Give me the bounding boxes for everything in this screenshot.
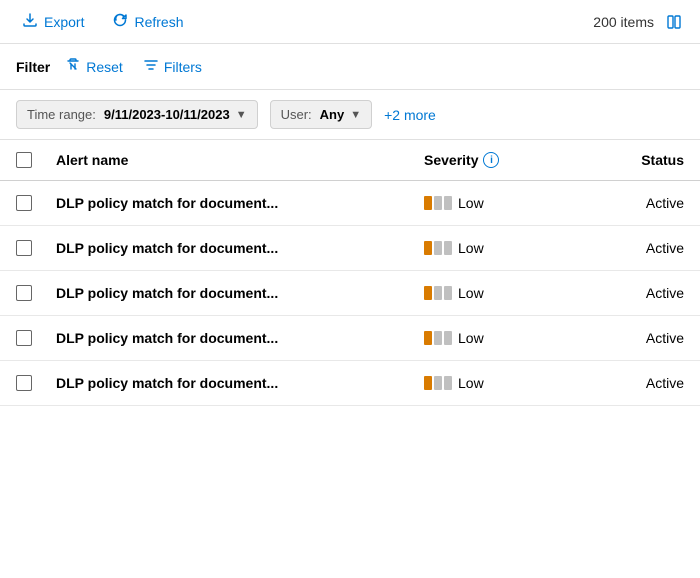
filters-button[interactable]: Filters bbox=[138, 54, 207, 79]
row-checkbox-col bbox=[16, 330, 56, 346]
severity-label: Low bbox=[458, 375, 484, 391]
severity-info-icon[interactable]: i bbox=[483, 152, 499, 168]
reset-label: Reset bbox=[86, 59, 123, 75]
severity-bar-2 bbox=[434, 196, 442, 210]
severity-label: Low bbox=[458, 195, 484, 211]
export-button[interactable]: Export bbox=[16, 8, 90, 35]
severity-bars bbox=[424, 286, 452, 300]
alert-name: DLP policy match for document... bbox=[56, 285, 424, 301]
item-count: 200 items bbox=[593, 14, 654, 30]
severity-bar-2 bbox=[434, 376, 442, 390]
severity-bar-1 bbox=[424, 196, 432, 210]
row-checkbox[interactable] bbox=[16, 375, 32, 391]
severity-bar-2 bbox=[434, 241, 442, 255]
columns-icon[interactable] bbox=[666, 13, 684, 31]
user-chevron-icon: ▼ bbox=[350, 109, 361, 121]
severity-bar-1 bbox=[424, 241, 432, 255]
export-icon bbox=[22, 12, 38, 31]
severity-cell: Low bbox=[424, 375, 584, 391]
table-row[interactable]: DLP policy match for document... Low Act… bbox=[0, 316, 700, 361]
severity-cell: Low bbox=[424, 330, 584, 346]
severity-bar-2 bbox=[434, 331, 442, 345]
refresh-label: Refresh bbox=[134, 14, 183, 30]
reset-button[interactable]: Reset bbox=[60, 54, 128, 79]
severity-bar-3 bbox=[444, 196, 452, 210]
user-dropdown[interactable]: User: Any ▼ bbox=[270, 100, 373, 129]
filter-bar: Filter Reset Filters bbox=[0, 44, 700, 90]
time-range-value: 9/11/2023-10/11/2023 bbox=[104, 107, 230, 122]
table-row[interactable]: DLP policy match for document... Low Act… bbox=[0, 271, 700, 316]
filter-selectors: Time range: 9/11/2023-10/11/2023 ▼ User:… bbox=[0, 90, 700, 140]
row-checkbox[interactable] bbox=[16, 240, 32, 256]
table-body: DLP policy match for document... Low Act… bbox=[0, 181, 700, 406]
row-checkbox-col bbox=[16, 285, 56, 301]
filters-label: Filters bbox=[164, 59, 202, 75]
user-value: Any bbox=[320, 107, 345, 122]
col-severity-header: Severity i bbox=[424, 152, 584, 168]
severity-cell: Low bbox=[424, 240, 584, 256]
severity-header-label: Severity bbox=[424, 152, 478, 168]
severity-bar-1 bbox=[424, 331, 432, 345]
refresh-icon bbox=[112, 12, 128, 31]
row-checkbox[interactable] bbox=[16, 330, 32, 346]
time-range-chevron-icon: ▼ bbox=[236, 109, 247, 121]
time-range-dropdown[interactable]: Time range: 9/11/2023-10/11/2023 ▼ bbox=[16, 100, 258, 129]
more-filters-button[interactable]: +2 more bbox=[384, 107, 436, 123]
table-header: Alert name Severity i Status bbox=[0, 140, 700, 181]
reset-icon bbox=[65, 57, 81, 76]
severity-cell: Low bbox=[424, 195, 584, 211]
severity-bar-3 bbox=[444, 376, 452, 390]
toolbar: Export Refresh 200 items bbox=[0, 0, 700, 44]
status-cell: Active bbox=[584, 330, 684, 346]
alert-name: DLP policy match for document... bbox=[56, 195, 424, 211]
filter-label: Filter bbox=[16, 59, 50, 75]
row-checkbox-col bbox=[16, 375, 56, 391]
alert-name: DLP policy match for document... bbox=[56, 330, 424, 346]
time-range-label: Time range: bbox=[27, 107, 96, 122]
severity-bars bbox=[424, 241, 452, 255]
table-row[interactable]: DLP policy match for document... Low Act… bbox=[0, 226, 700, 271]
user-label: User: bbox=[281, 107, 312, 122]
status-cell: Active bbox=[584, 285, 684, 301]
severity-bar-3 bbox=[444, 241, 452, 255]
severity-bar-3 bbox=[444, 286, 452, 300]
table-row[interactable]: DLP policy match for document... Low Act… bbox=[0, 361, 700, 406]
col-status-header: Status bbox=[584, 152, 684, 168]
severity-bars bbox=[424, 196, 452, 210]
severity-cell: Low bbox=[424, 285, 584, 301]
toolbar-left: Export Refresh bbox=[16, 8, 577, 35]
table-row[interactable]: DLP policy match for document... Low Act… bbox=[0, 181, 700, 226]
status-cell: Active bbox=[584, 195, 684, 211]
row-checkbox-col bbox=[16, 240, 56, 256]
filters-icon bbox=[143, 57, 159, 76]
row-checkbox[interactable] bbox=[16, 285, 32, 301]
col-alert-name-header: Alert name bbox=[56, 152, 424, 168]
severity-bar-2 bbox=[434, 286, 442, 300]
select-all-checkbox[interactable] bbox=[16, 152, 32, 168]
refresh-button[interactable]: Refresh bbox=[106, 8, 189, 35]
severity-bar-1 bbox=[424, 286, 432, 300]
severity-bar-3 bbox=[444, 331, 452, 345]
severity-bars bbox=[424, 376, 452, 390]
status-cell: Active bbox=[584, 375, 684, 391]
header-checkbox-col bbox=[16, 152, 56, 168]
alert-name: DLP policy match for document... bbox=[56, 375, 424, 391]
export-label: Export bbox=[44, 14, 84, 30]
severity-label: Low bbox=[458, 240, 484, 256]
toolbar-right: 200 items bbox=[593, 13, 684, 31]
severity-bars bbox=[424, 331, 452, 345]
alert-name: DLP policy match for document... bbox=[56, 240, 424, 256]
row-checkbox[interactable] bbox=[16, 195, 32, 211]
status-cell: Active bbox=[584, 240, 684, 256]
severity-label: Low bbox=[458, 285, 484, 301]
severity-label: Low bbox=[458, 330, 484, 346]
row-checkbox-col bbox=[16, 195, 56, 211]
severity-bar-1 bbox=[424, 376, 432, 390]
